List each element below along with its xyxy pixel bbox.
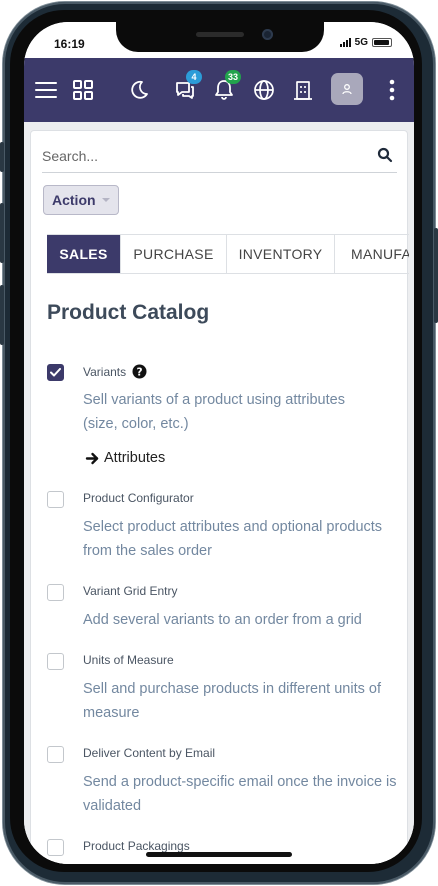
volume-down-button bbox=[0, 285, 4, 345]
svg-text:?: ? bbox=[137, 366, 143, 378]
variants-checkbox[interactable] bbox=[47, 364, 64, 381]
deliver-content-description: Send a product-specific email once the i… bbox=[83, 774, 397, 814]
setting-label: Variant Grid Entry bbox=[83, 584, 177, 598]
battery-icon bbox=[372, 38, 392, 47]
search-bar bbox=[42, 141, 397, 173]
attributes-link-label: Attributes bbox=[104, 450, 166, 466]
deliver-content-label: Deliver Content by Email bbox=[83, 746, 216, 760]
power-button bbox=[434, 228, 438, 323]
tab-purchase[interactable]: PURCHASE bbox=[121, 235, 227, 273]
chevron-down-icon bbox=[101, 198, 110, 202]
action-dropdown-button[interactable]: Action bbox=[43, 185, 119, 215]
action-label: Action bbox=[52, 192, 96, 208]
tab-manufacturing[interactable]: MANUFA bbox=[335, 235, 409, 273]
dark-mode-moon-icon[interactable] bbox=[123, 74, 155, 106]
setting-label: Deliver Content by Email bbox=[83, 746, 215, 760]
notifications-badge: 33 bbox=[225, 70, 242, 84]
status-time: 16:19 bbox=[54, 37, 85, 51]
settings-panel: Action SALES PURCHASE INVENTORY MANUFA P… bbox=[30, 130, 409, 864]
messages-icon[interactable]: 4 bbox=[169, 70, 202, 106]
content-area: Action SALES PURCHASE INVENTORY MANUFA P… bbox=[24, 122, 414, 864]
volume-up-button bbox=[0, 203, 4, 263]
setting-label: Product Configurator bbox=[83, 491, 194, 505]
section-title: Product Catalog bbox=[47, 301, 210, 324]
search-icon[interactable] bbox=[377, 147, 397, 167]
setting-variants: Variants ? Sell variants of a product us… bbox=[47, 364, 399, 474]
setting-label: Product Packagings bbox=[83, 839, 190, 853]
setting-units-of-measure: Units of Measure Sell and purchase produ… bbox=[47, 653, 399, 733]
company-building-icon[interactable] bbox=[287, 74, 319, 106]
network-type: 5G bbox=[354, 37, 368, 48]
variants-label: Variants bbox=[83, 364, 127, 379]
language-globe-icon[interactable] bbox=[248, 74, 280, 106]
tab-sales[interactable]: SALES bbox=[47, 235, 121, 273]
setting-deliver-content-by-email: Deliver Content by Email Send a product-… bbox=[47, 746, 399, 826]
mute-switch bbox=[0, 142, 4, 172]
attributes-link[interactable]: Attributes bbox=[85, 450, 165, 466]
tab-inventory[interactable]: INVENTORY bbox=[227, 235, 335, 273]
status-indicators: 5G bbox=[339, 37, 392, 48]
apps-grid-icon[interactable] bbox=[67, 74, 99, 106]
screen: 16:19 5G 4 33 Search... Action SALES PUR… bbox=[24, 22, 414, 864]
product-packagings-checkbox[interactable] bbox=[47, 839, 64, 856]
product-configurator-label: Product Configurator bbox=[83, 491, 194, 505]
hamburger-menu-icon[interactable] bbox=[30, 74, 62, 106]
variant-grid-entry-checkbox[interactable] bbox=[47, 584, 64, 601]
setting-product-configurator: Product Configurator Select product attr… bbox=[47, 491, 399, 571]
more-vertical-icon[interactable] bbox=[376, 74, 408, 106]
notch bbox=[116, 22, 324, 52]
help-question-icon[interactable]: ? bbox=[132, 364, 147, 379]
user-icon bbox=[342, 84, 352, 95]
checkmark-icon bbox=[50, 368, 61, 377]
signal-icon bbox=[339, 38, 351, 47]
camera bbox=[262, 29, 273, 40]
variant-grid-entry-label: Variant Grid Entry bbox=[83, 584, 178, 598]
product-configurator-description: Select product attributes and optional p… bbox=[83, 519, 383, 559]
setting-label: Variants ? bbox=[83, 364, 147, 379]
messages-badge: 4 bbox=[186, 70, 202, 84]
settings-tabs: SALES PURCHASE INVENTORY MANUFA bbox=[47, 234, 409, 274]
product-configurator-checkbox[interactable] bbox=[47, 491, 64, 508]
speaker bbox=[196, 32, 244, 37]
home-indicator[interactable] bbox=[146, 852, 292, 857]
setting-label: Units of Measure bbox=[83, 653, 174, 667]
search-input[interactable] bbox=[42, 141, 362, 171]
setting-variant-grid-entry: Variant Grid Entry Add several variants … bbox=[47, 584, 399, 644]
product-packagings-label: Product Packagings bbox=[83, 839, 190, 853]
units-of-measure-label: Units of Measure bbox=[83, 653, 174, 667]
units-of-measure-checkbox[interactable] bbox=[47, 653, 64, 670]
variant-grid-entry-description: Add several variants to an order from a … bbox=[83, 612, 362, 628]
deliver-content-checkbox[interactable] bbox=[47, 746, 64, 763]
units-of-measure-description: Sell and purchase products in different … bbox=[83, 681, 381, 721]
notifications-bell-icon[interactable]: 33 bbox=[208, 70, 242, 106]
arrow-right-icon bbox=[85, 452, 99, 464]
user-avatar[interactable] bbox=[331, 73, 363, 105]
variants-description: Sell variants of a product using attribu… bbox=[83, 392, 345, 432]
